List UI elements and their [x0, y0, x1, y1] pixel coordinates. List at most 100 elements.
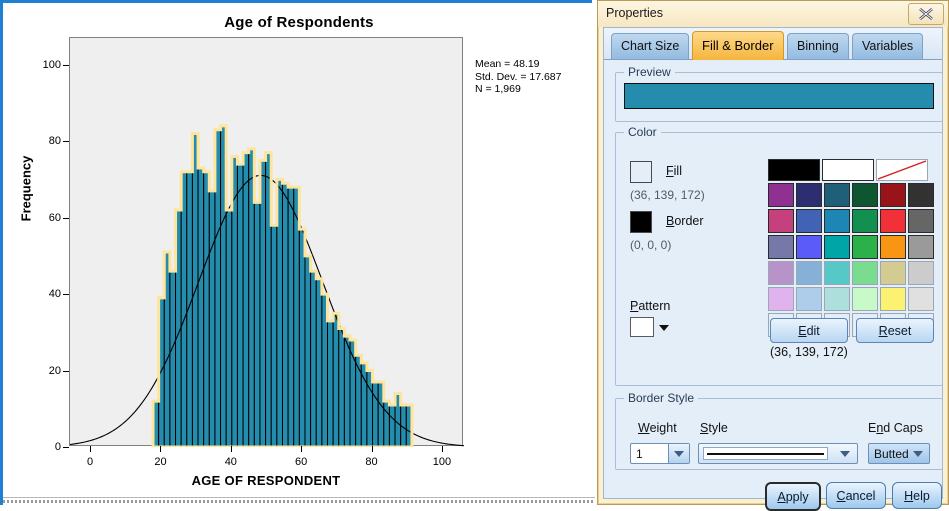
pattern-swatch[interactable]	[630, 317, 654, 337]
chevron-down-icon[interactable]	[659, 325, 669, 331]
fill-label[interactable]: Fill	[666, 164, 682, 178]
chevron-down-icon	[840, 451, 850, 457]
x-tick-mark	[301, 446, 303, 452]
palette-swatch-r2c5[interactable]	[880, 209, 906, 233]
close-glyph	[919, 8, 933, 20]
palette-swatch-r5c6[interactable]	[908, 287, 934, 311]
palette-swatch-r5c3[interactable]	[824, 287, 850, 311]
x-tick-mark	[90, 446, 92, 452]
palette-swatch-r2c6[interactable]	[908, 209, 934, 233]
histogram-bar[interactable]	[383, 400, 390, 447]
palette-swatch-r1c5[interactable]	[880, 183, 906, 207]
palette-swatch-r5c1[interactable]	[768, 287, 794, 311]
palette-swatch-r4c2[interactable]	[796, 261, 822, 285]
histogram-bar[interactable]	[197, 167, 205, 447]
chevron-down-icon	[674, 451, 684, 457]
dialog-titlebar[interactable]: Properties	[598, 1, 948, 27]
y-tick-label: 80	[48, 135, 61, 148]
histogram-bar[interactable]	[332, 312, 340, 447]
palette-swatch-r1c6[interactable]	[908, 183, 934, 207]
palette-swatch-r1c3[interactable]	[824, 183, 850, 207]
histogram-bar[interactable]	[315, 278, 323, 447]
pattern-label[interactable]: Pattern	[630, 299, 670, 313]
border-color-swatch[interactable]	[630, 211, 652, 233]
fill-color-swatch[interactable]	[630, 161, 652, 183]
reset-button[interactable]: Reset	[856, 318, 934, 343]
histogram-bar[interactable]	[180, 171, 188, 447]
weight-value: 1	[636, 447, 643, 461]
histogram-bar[interactable]	[310, 270, 317, 447]
palette-swatch-r2c2[interactable]	[796, 209, 822, 233]
end-caps-value: Butted	[874, 447, 909, 461]
palette-swatch-r4c5[interactable]	[880, 261, 906, 285]
palette-swatch-r3c1[interactable]	[768, 235, 794, 259]
palette-swatch-r3c6[interactable]	[908, 235, 934, 259]
y-axis: 0 20 40 60 80 100	[3, 37, 69, 453]
y-tick-label: 0	[54, 441, 61, 453]
histogram-bar[interactable]	[242, 152, 250, 447]
y-tick-label: 40	[48, 288, 61, 301]
palette-swatch-r5c4[interactable]	[852, 287, 878, 311]
histogram-bar[interactable]	[338, 328, 345, 448]
palette-swatch-r4c6[interactable]	[908, 261, 934, 285]
histogram-bar[interactable]	[281, 182, 289, 447]
histogram-bars[interactable]	[152, 125, 413, 448]
histogram-bar[interactable]	[298, 228, 306, 447]
histogram-bar[interactable]	[372, 381, 379, 447]
close-icon[interactable]	[908, 3, 944, 25]
selected-color-rgb: (36, 139, 172)	[770, 345, 848, 359]
palette-swatch-r1c4[interactable]	[852, 183, 878, 207]
end-caps-select[interactable]: Butted	[868, 443, 930, 464]
palette-swatch-r1c1[interactable]	[768, 183, 794, 207]
viewer-bottom-edge	[3, 497, 595, 505]
border-label[interactable]: Border	[666, 214, 704, 228]
palette-swatch-r5c5[interactable]	[880, 287, 906, 311]
palette-swatch-none[interactable]	[876, 159, 928, 181]
x-tick-label: 60	[295, 456, 308, 468]
palette-swatch-r2c4[interactable]	[852, 209, 878, 233]
histogram-bar[interactable]	[327, 320, 334, 447]
palette-swatch-r1c2[interactable]	[796, 183, 822, 207]
palette-swatch-r4c4[interactable]	[852, 261, 878, 285]
palette-swatch-r3c4[interactable]	[852, 235, 878, 259]
palette-swatch-r2c3[interactable]	[824, 209, 850, 233]
palette-swatch-r3c3[interactable]	[824, 235, 850, 259]
tab-binning[interactable]: Binning	[787, 33, 849, 59]
apply-button[interactable]: Apply	[765, 482, 821, 511]
palette-swatch-r5c2[interactable]	[796, 287, 822, 311]
y-tick-label: 60	[48, 211, 61, 224]
x-tick-label: 20	[154, 456, 167, 468]
histogram-bar[interactable]	[304, 255, 312, 447]
line-style-preview	[703, 447, 828, 460]
tab-variables[interactable]: Variables	[852, 33, 924, 59]
palette-swatch-r4c3[interactable]	[824, 261, 850, 285]
histogram-bar[interactable]	[236, 163, 244, 447]
palette-swatch-r3c2[interactable]	[796, 235, 822, 259]
histogram-bar[interactable]	[343, 335, 351, 447]
line-style-select[interactable]	[698, 443, 858, 464]
tab-chart-size[interactable]: Chart Size	[611, 33, 690, 59]
palette-swatch-r2c1[interactable]	[768, 209, 794, 233]
histogram-bar[interactable]	[225, 209, 233, 447]
palette-swatch-white[interactable]	[822, 159, 874, 181]
weight-select[interactable]: 1	[630, 443, 690, 464]
border-rgb-value: (0, 0, 0)	[630, 238, 672, 252]
chart-viewer-pane: Age of Respondents Frequency 0 20 40 60 80 10…	[0, 0, 595, 505]
palette-swatch-r4c1[interactable]	[768, 261, 794, 285]
histogram-bar[interactable]	[169, 270, 177, 447]
x-tick-label: 0	[87, 456, 94, 468]
histogram-bar[interactable]	[287, 186, 295, 447]
x-tick-mark	[371, 446, 373, 452]
edit-button[interactable]: Edit	[770, 318, 848, 343]
palette-swatch-black[interactable]	[768, 159, 820, 181]
border-style-group-title: Border Style	[624, 391, 699, 405]
histogram-bar[interactable]	[203, 171, 210, 447]
endcaps-label: End Caps	[868, 421, 923, 435]
palette-swatch-r3c5[interactable]	[880, 235, 906, 259]
histogram-bar[interactable]	[208, 190, 216, 447]
histogram-bar[interactable]	[270, 224, 278, 447]
histogram-bar[interactable]	[253, 201, 261, 447]
tab-fill-border[interactable]: Fill & Border	[692, 31, 784, 60]
histogram-bar[interactable]	[388, 404, 396, 447]
style-label: Style	[700, 421, 728, 435]
